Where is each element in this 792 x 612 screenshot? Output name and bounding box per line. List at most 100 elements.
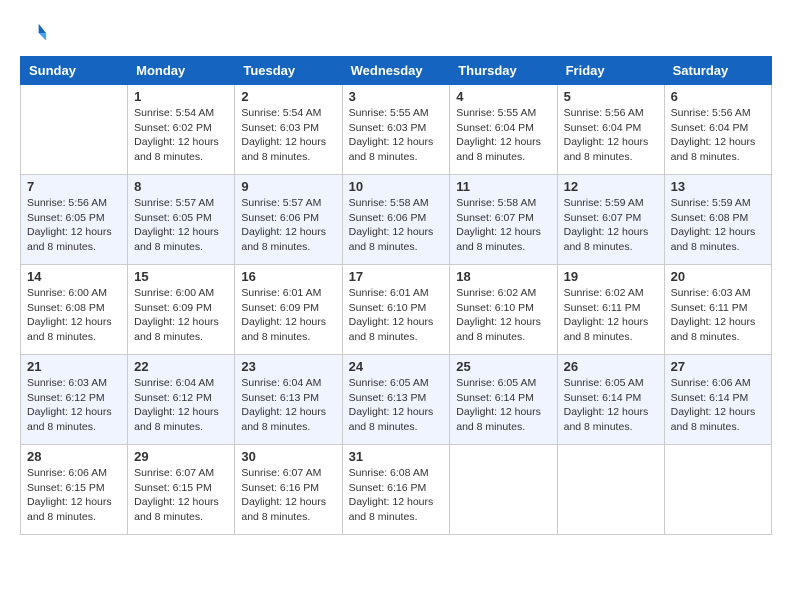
daylight-text-2: and 8 minutes. (456, 330, 550, 345)
day-cell: 16Sunrise: 6:01 AMSunset: 6:09 PMDayligh… (235, 265, 342, 355)
day-number: 7 (27, 179, 121, 194)
day-info: Sunrise: 6:00 AMSunset: 6:08 PMDaylight:… (27, 286, 121, 345)
day-cell: 13Sunrise: 5:59 AMSunset: 6:08 PMDayligh… (664, 175, 771, 265)
daylight-text-2: and 8 minutes. (241, 240, 335, 255)
day-info: Sunrise: 6:05 AMSunset: 6:14 PMDaylight:… (456, 376, 550, 435)
daylight-text-1: Daylight: 12 hours (27, 405, 121, 420)
daylight-text-2: and 8 minutes. (349, 510, 444, 525)
day-cell: 1Sunrise: 5:54 AMSunset: 6:02 PMDaylight… (128, 85, 235, 175)
sunset-text: Sunset: 6:09 PM (241, 301, 335, 316)
sunset-text: Sunset: 6:02 PM (134, 121, 228, 136)
daylight-text-2: and 8 minutes. (241, 510, 335, 525)
daylight-text-1: Daylight: 12 hours (27, 495, 121, 510)
daylight-text-2: and 8 minutes. (456, 240, 550, 255)
day-info: Sunrise: 6:01 AMSunset: 6:09 PMDaylight:… (241, 286, 335, 345)
day-cell: 19 Sunrise: 6:02 AMSunset: 6:11 PMDayligh… (557, 265, 664, 355)
header-cell-thursday: Thursday (450, 57, 557, 85)
sunrise-text: Sunrise: 6:00 AM (134, 286, 228, 301)
daylight-text-2: and 8 minutes. (134, 330, 228, 345)
daylight-text-1: Daylight: 12 hours (134, 135, 228, 150)
day-cell: 17Sunrise: 6:01 AMSunset: 6:10 PMDayligh… (342, 265, 450, 355)
day-info: Sunrise: 5:54 AMSunset: 6:03 PMDaylight:… (241, 106, 335, 165)
sunrise-text: Sunrise: 6:05 AM (349, 376, 444, 391)
day-number: 30 (241, 449, 335, 464)
sunset-text: Sunset: 6:14 PM (456, 391, 550, 406)
day-info: Sunrise: 6:06 AMSunset: 6:14 PMDaylight:… (671, 376, 765, 435)
daylight-text-1: Daylight: 12 hours (349, 405, 444, 420)
day-cell: 3Sunrise: 5:55 AMSunset: 6:03 PMDaylight… (342, 85, 450, 175)
day-number: 28 (27, 449, 121, 464)
day-number: 11 (456, 179, 550, 194)
day-info: Sunrise: 5:54 AMSunset: 6:02 PMDaylight:… (134, 106, 228, 165)
day-info: Sunrise: 6:02 AMSunset: 6:10 PMDaylight:… (456, 286, 550, 345)
daylight-text-2: and 8 minutes. (27, 330, 121, 345)
day-number: 12 (564, 179, 658, 194)
day-cell: 15Sunrise: 6:00 AMSunset: 6:09 PMDayligh… (128, 265, 235, 355)
day-number: 8 (134, 179, 228, 194)
sunrise-text: Sunrise: 5:58 AM (456, 196, 550, 211)
day-info: Sunrise: 6:07 AMSunset: 6:15 PMDaylight:… (134, 466, 228, 525)
week-row-5: 28Sunrise: 6:06 AMSunset: 6:15 PMDayligh… (21, 445, 772, 535)
day-cell: 26Sunrise: 6:05 AMSunset: 6:14 PMDayligh… (557, 355, 664, 445)
sunset-text: Sunset: 6:07 PM (564, 211, 658, 226)
daylight-text-2: and 8 minutes. (134, 420, 228, 435)
day-number: 3 (349, 89, 444, 104)
sunrise-text: Sunrise: 5:56 AM (671, 106, 765, 121)
day-number: 2 (241, 89, 335, 104)
day-number: 29 (134, 449, 228, 464)
sunset-text: Sunset: 6:04 PM (456, 121, 550, 136)
calendar-table: SundayMondayTuesdayWednesdayThursdayFrid… (20, 56, 772, 535)
sunrise-text: Sunrise: 6:02 AM (564, 286, 658, 301)
day-info: Sunrise: 6:05 AMSunset: 6:14 PMDaylight:… (564, 376, 658, 435)
sunset-text: Sunset: 6:08 PM (671, 211, 765, 226)
day-info: Sunrise: 6:03 AMSunset: 6:11 PMDaylight:… (671, 286, 765, 345)
day-number: 19 (564, 269, 658, 284)
day-info: Sunrise: 5:59 AMSunset: 6:07 PMDaylight:… (564, 196, 658, 255)
sunrise-text: Sunrise: 5:55 AM (456, 106, 550, 121)
day-info: Sunrise: 5:57 AMSunset: 6:06 PMDaylight:… (241, 196, 335, 255)
day-cell (21, 85, 128, 175)
sunrise-text: Sunrise: 6:05 AM (564, 376, 658, 391)
sunset-text: Sunset: 6:12 PM (134, 391, 228, 406)
sunrise-text: Sunrise: 6:01 AM (349, 286, 444, 301)
day-cell: 29 Sunrise: 6:07 AMSunset: 6:15 PMDayligh… (128, 445, 235, 535)
sunrise-text: Sunrise: 5:55 AM (349, 106, 444, 121)
day-cell (450, 445, 557, 535)
day-number: 6 (671, 89, 765, 104)
day-info: Sunrise: 5:56 AMSunset: 6:05 PMDaylight:… (27, 196, 121, 255)
sunrise-text: Sunrise: 6:01 AM (241, 286, 335, 301)
daylight-text-1: Daylight: 12 hours (456, 135, 550, 150)
daylight-text-2: and 8 minutes. (134, 510, 228, 525)
daylight-text-1: Daylight: 12 hours (564, 135, 658, 150)
daylight-text-2: and 8 minutes. (564, 150, 658, 165)
daylight-text-1: Daylight: 12 hours (27, 225, 121, 240)
day-number: 14 (27, 269, 121, 284)
daylight-text-1: Daylight: 12 hours (456, 315, 550, 330)
daylight-text-2: and 8 minutes. (671, 330, 765, 345)
logo (20, 20, 52, 48)
day-number: 9 (241, 179, 335, 194)
day-number: 20 (671, 269, 765, 284)
sunset-text: Sunset: 6:07 PM (456, 211, 550, 226)
day-info: Sunrise: 6:08 AMSunset: 6:16 PMDaylight:… (349, 466, 444, 525)
sunset-text: Sunset: 6:06 PM (349, 211, 444, 226)
daylight-text-1: Daylight: 12 hours (241, 495, 335, 510)
daylight-text-2: and 8 minutes. (564, 420, 658, 435)
daylight-text-2: and 8 minutes. (349, 420, 444, 435)
daylight-text-2: and 8 minutes. (349, 240, 444, 255)
day-cell: 30Sunrise: 6:07 AMSunset: 6:16 PMDayligh… (235, 445, 342, 535)
day-cell: 28Sunrise: 6:06 AMSunset: 6:15 PMDayligh… (21, 445, 128, 535)
daylight-text-1: Daylight: 12 hours (241, 135, 335, 150)
day-number: 21 (27, 359, 121, 374)
day-cell: 20 Sunrise: 6:03 AMSunset: 6:11 PMDayligh… (664, 265, 771, 355)
day-info: Sunrise: 6:02 AMSunset: 6:11 PMDaylight:… (564, 286, 658, 345)
daylight-text-2: and 8 minutes. (27, 240, 121, 255)
sunrise-text: Sunrise: 6:03 AM (27, 376, 121, 391)
sunrise-text: Sunrise: 5:57 AM (134, 196, 228, 211)
sunset-text: Sunset: 6:06 PM (241, 211, 335, 226)
sunrise-text: Sunrise: 6:04 AM (241, 376, 335, 391)
day-cell: 25Sunrise: 6:05 AMSunset: 6:14 PMDayligh… (450, 355, 557, 445)
week-row-2: 7 Sunrise: 5:56 AMSunset: 6:05 PMDaylight… (21, 175, 772, 265)
sunset-text: Sunset: 6:12 PM (27, 391, 121, 406)
sunset-text: Sunset: 6:09 PM (134, 301, 228, 316)
